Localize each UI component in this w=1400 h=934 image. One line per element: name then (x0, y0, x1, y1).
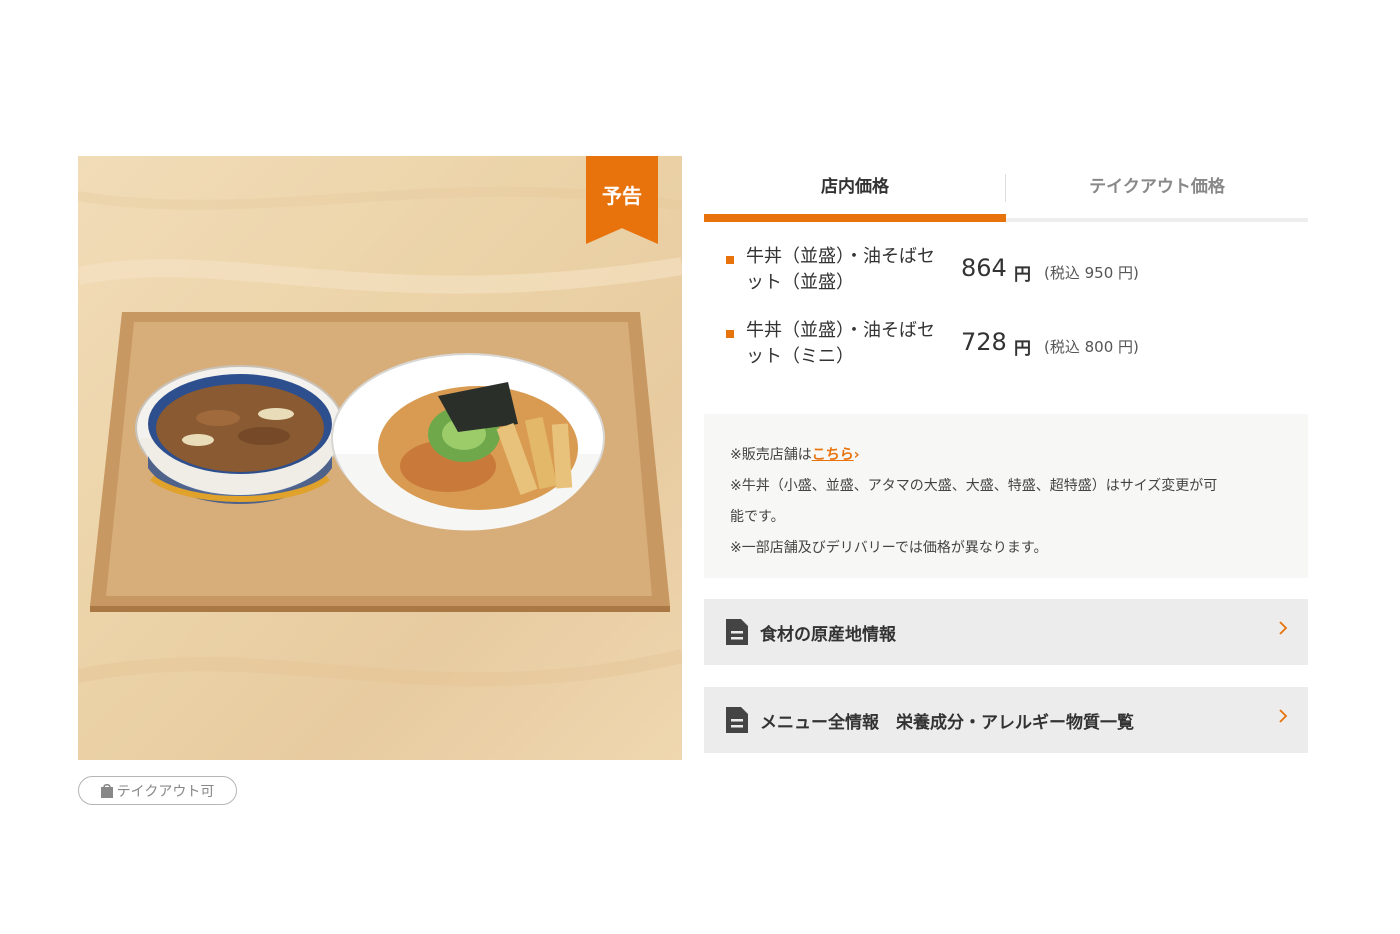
product-illustration (78, 186, 682, 687)
price-item: 牛丼（並盛）・油そばセ ット（並盛） 864 円 (税込 950 円) (724, 244, 1284, 298)
document-icon (726, 707, 748, 733)
bullet-icon (726, 330, 734, 338)
note-size-change-cont: 能です。 (730, 509, 785, 525)
price-item-name: 牛丼（並盛）・油そばセ ット（ミニ） (746, 318, 946, 370)
note-size-change: ※牛丼（小盛、並盛、アタマの大盛、大盛、特盛、超特盛）はサイズ変更が可 (730, 478, 1218, 494)
price-unit: 円 (1014, 265, 1031, 285)
shopping-bag-icon (100, 783, 113, 798)
nutrition-allergy-link[interactable]: メニュー全情報 栄養成分・アレルギー物質一覧 (704, 687, 1308, 753)
takeout-available-text: テイクアウト可 (116, 783, 215, 800)
note-stores: ※販売店舗はこちら› (730, 440, 1282, 471)
price-item: 牛丼（並盛）・油そばセ ット（ミニ） 728 円 (税込 800 円) (724, 318, 1284, 372)
price-item-name: 牛丼（並盛）・油そばセ ット（並盛） (746, 244, 946, 296)
chevron-right-icon (1279, 709, 1288, 723)
price-unit: 円 (1014, 339, 1031, 359)
note-price-difference: ※一部店舗及びデリバリーでは価格が異なります。 (730, 540, 1048, 556)
price-tax-included: (税込 950 円) (1044, 264, 1139, 282)
price-item-name-line2: ット（並盛） (746, 272, 854, 293)
price-tax-included: (税込 800 円) (1044, 338, 1139, 356)
tab-takeout-price[interactable]: テイクアウト価格 (1006, 166, 1308, 222)
origin-info-label: 食材の原産地情報 (760, 624, 896, 645)
stores-link[interactable]: こちら (812, 447, 854, 463)
product-image: 予告 (78, 156, 682, 760)
nutrition-allergy-label: メニュー全情報 栄養成分・アレルギー物質一覧 (760, 712, 1134, 733)
bullet-icon (726, 256, 734, 264)
chevron-right-icon: › (853, 447, 860, 463)
price-item-name-line1: 牛丼（並盛）・油そばセ (746, 320, 935, 341)
document-icon (726, 619, 748, 645)
note-stores-text: ※販売店舗は (730, 447, 812, 463)
price-item-name-line1: 牛丼（並盛）・油そばセ (746, 246, 935, 267)
price-value: 728 (961, 328, 1007, 356)
notes-box: ※販売店舗はこちら› ※牛丼（小盛、並盛、アタマの大盛、大盛、特盛、超特盛）はサ… (704, 414, 1308, 578)
origin-info-link[interactable]: 食材の原産地情報 (704, 599, 1308, 665)
tab-dine-in-price[interactable]: 店内価格 (704, 166, 1006, 222)
takeout-available-label: テイクアウト可 (78, 776, 237, 805)
price-item-name-line2: ット（ミニ） (746, 346, 854, 367)
price-tabs: 店内価格 テイクアウト価格 (704, 166, 1308, 222)
price-value: 864 (961, 254, 1007, 282)
chevron-right-icon (1279, 621, 1288, 635)
